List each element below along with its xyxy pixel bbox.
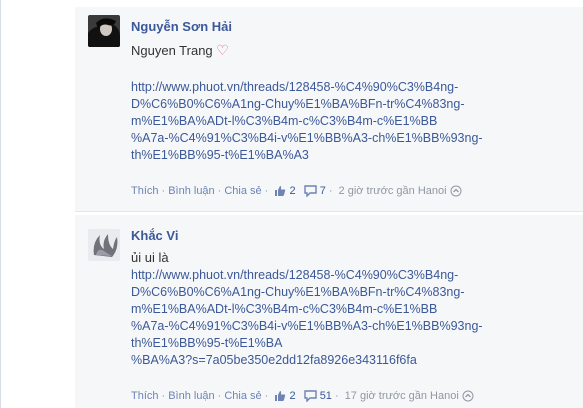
comment-author[interactable]: Khắc Vi	[131, 228, 178, 243]
share-arrow-icon[interactable]	[450, 185, 462, 200]
thumbs-up-icon[interactable]	[274, 185, 286, 200]
link-line: m%E1%BA%ADt-l%C3%B4m-c%C3%B4m-c%E1%BB	[131, 114, 438, 128]
avatar[interactable]	[88, 15, 120, 47]
link-line: m%E1%BA%ADt-l%C3%B4m-c%C3%B4m-c%E1%BB	[131, 302, 438, 316]
comment-text-line: Nguyen Trang ♡	[131, 42, 229, 59]
like-link[interactable]: Thích	[131, 390, 159, 402]
link-line: th%E1%BB%95-t%E1%BA%A3	[131, 148, 309, 162]
link-line: %A7a-%C4%91%C3%B4i-v%E1%BB%A3-ch%E1%BB%9…	[131, 131, 483, 145]
heart-emoji-icon: ♡	[216, 42, 229, 58]
comment-item: Nguyễn Sơn Hải Nguyen Trang ♡ http://www…	[75, 7, 583, 211]
comment-actions: Thích · Bình luận · Chia sẻ · 2 51 · 17 giờ tr…	[131, 390, 474, 405]
link-line: http://www.phuot.vn/threads/128458-%C4%9…	[131, 268, 459, 282]
comment-link[interactable]: http://www.phuot.vn/threads/128458-%C4%9…	[131, 267, 571, 369]
avatar[interactable]	[88, 229, 120, 261]
link-line: D%C6%B0%C6%A1ng-Chuy%E1%BA%BFn-tr%C4%83n…	[131, 285, 465, 299]
link-line: D%C6%B0%C6%A1ng-Chuy%E1%BA%BFn-tr%C4%83n…	[131, 97, 465, 111]
comment-bubble-icon[interactable]	[303, 390, 317, 405]
like-count[interactable]: 2	[289, 390, 295, 402]
comment-item: Khắc Vi ủi ui là http://www.phuot.vn/thr…	[75, 215, 583, 408]
comment-time[interactable]: 17 giờ trước gần Hanoi	[345, 390, 459, 402]
comment-time[interactable]: 2 giờ trước gần Hanoi	[339, 185, 447, 197]
comment-bubble-icon[interactable]	[303, 185, 317, 200]
share-link[interactable]: Chia sẻ	[224, 185, 261, 197]
comment-actions: Thích · Bình luận · Chia sẻ · 2 7 · 2 giờ trướ…	[131, 185, 462, 200]
link-line: http://www.phuot.vn/threads/128458-%C4%9…	[131, 80, 459, 94]
like-count[interactable]: 2	[289, 185, 295, 197]
comment-author[interactable]: Nguyễn Sơn Hải	[131, 19, 232, 34]
reply-link[interactable]: Bình luận	[168, 185, 214, 197]
comment-feed: Nguyễn Sơn Hải Nguyen Trang ♡ http://www…	[0, 0, 583, 408]
link-line: th%E1%BB%95-t%E1%BA	[131, 336, 283, 350]
thumbs-up-icon[interactable]	[274, 390, 286, 405]
share-arrow-icon[interactable]	[462, 390, 474, 405]
share-link[interactable]: Chia sẻ	[224, 390, 261, 402]
reply-link[interactable]: Bình luận	[168, 390, 214, 402]
comment-text: Nguyen Trang	[131, 43, 213, 58]
link-line: %BA%A3?s=7a05be350e2dd12fa8926e343116f6f…	[131, 353, 417, 367]
like-link[interactable]: Thích	[131, 185, 159, 197]
feed-border	[0, 0, 1, 408]
comment-link[interactable]: http://www.phuot.vn/threads/128458-%C4%9…	[131, 79, 571, 164]
comment-count[interactable]: 7	[320, 185, 326, 197]
link-line: %A7a-%C4%91%C3%B4i-v%E1%BB%A3-ch%E1%BB%9…	[131, 319, 483, 333]
comment-count[interactable]: 51	[320, 390, 332, 402]
comment-text: ủi ui là	[131, 250, 169, 265]
